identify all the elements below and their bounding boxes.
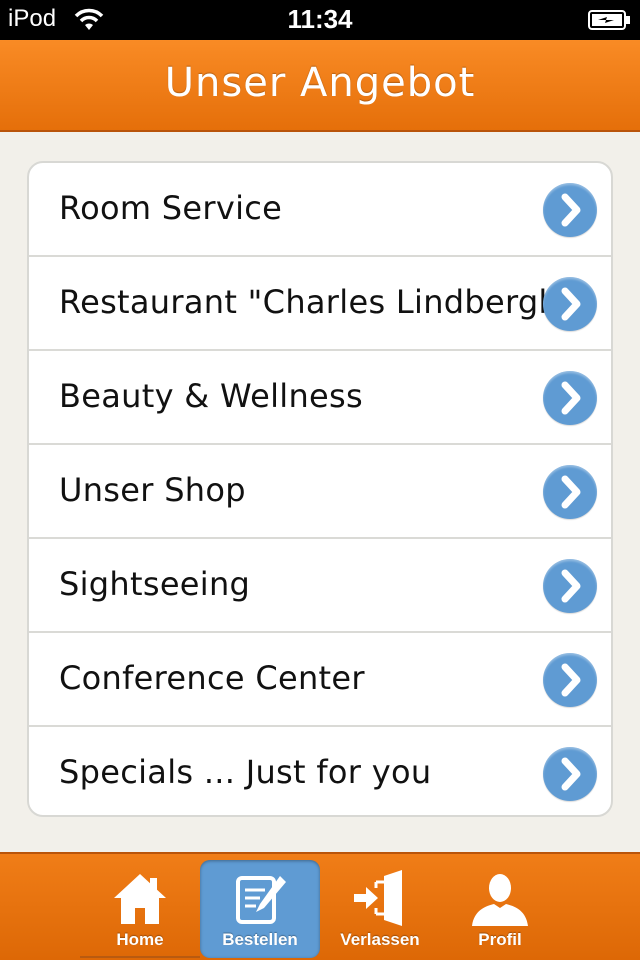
- tab-label: Bestellen: [222, 930, 298, 949]
- chevron-right-icon[interactable]: [543, 465, 597, 519]
- chevron-right-icon[interactable]: [543, 371, 597, 425]
- tab-bestellen[interactable]: Bestellen: [200, 860, 320, 958]
- chevron-right-icon[interactable]: [543, 747, 597, 801]
- tab-label: Profil: [478, 930, 522, 949]
- chevron-right-icon[interactable]: [543, 277, 597, 331]
- tab-home[interactable]: Home: [80, 860, 200, 958]
- tab-verlassen[interactable]: Verlassen: [320, 860, 440, 958]
- nav-bar: Unser Angebot: [0, 40, 640, 132]
- list-item-specials[interactable]: Specials ... Just for you: [29, 727, 611, 815]
- chevron-right-icon[interactable]: [543, 183, 597, 237]
- page-title: Unser Angebot: [164, 60, 476, 106]
- tab-profil[interactable]: Profil: [440, 860, 560, 958]
- tab-divider: [80, 956, 200, 958]
- tab-label: Home: [116, 930, 164, 949]
- menu-list: Room Service Restaurant "Charles Lindber…: [27, 161, 613, 817]
- list-item-label: Sightseeing: [59, 565, 251, 603]
- status-time: 11:34: [287, 4, 353, 34]
- list-item-label: Specials ... Just for you: [59, 753, 432, 791]
- list-item-sightseeing[interactable]: Sightseeing: [29, 539, 611, 633]
- battery-charging-icon: [588, 10, 630, 30]
- list-item-label: Room Service: [59, 189, 283, 227]
- tab-label: Verlassen: [340, 930, 420, 949]
- list-item-restaurant[interactable]: Restaurant "Charles Lindbergh": [29, 257, 611, 351]
- order-edit-icon: [236, 876, 286, 924]
- tab-bar: Home Bestellen Verlassen Profil: [0, 852, 640, 960]
- list-item-beauty-wellness[interactable]: Beauty & Wellness: [29, 351, 611, 445]
- chevron-right-icon[interactable]: [543, 653, 597, 707]
- list-item-label: Unser Shop: [59, 471, 246, 509]
- chevron-right-icon[interactable]: [543, 559, 597, 613]
- list-item-label: Restaurant "Charles Lindbergh": [59, 283, 575, 321]
- status-bar: iPod 11:34: [0, 0, 640, 40]
- list-item-conference-center[interactable]: Conference Center: [29, 633, 611, 727]
- list-item-label: Conference Center: [59, 659, 365, 697]
- home-icon: [114, 874, 166, 924]
- list-item-label: Beauty & Wellness: [59, 377, 363, 415]
- list-item-unser-shop[interactable]: Unser Shop: [29, 445, 611, 539]
- list-item-room-service[interactable]: Room Service: [29, 163, 611, 257]
- profile-icon: [472, 874, 528, 926]
- exit-icon: [354, 870, 402, 926]
